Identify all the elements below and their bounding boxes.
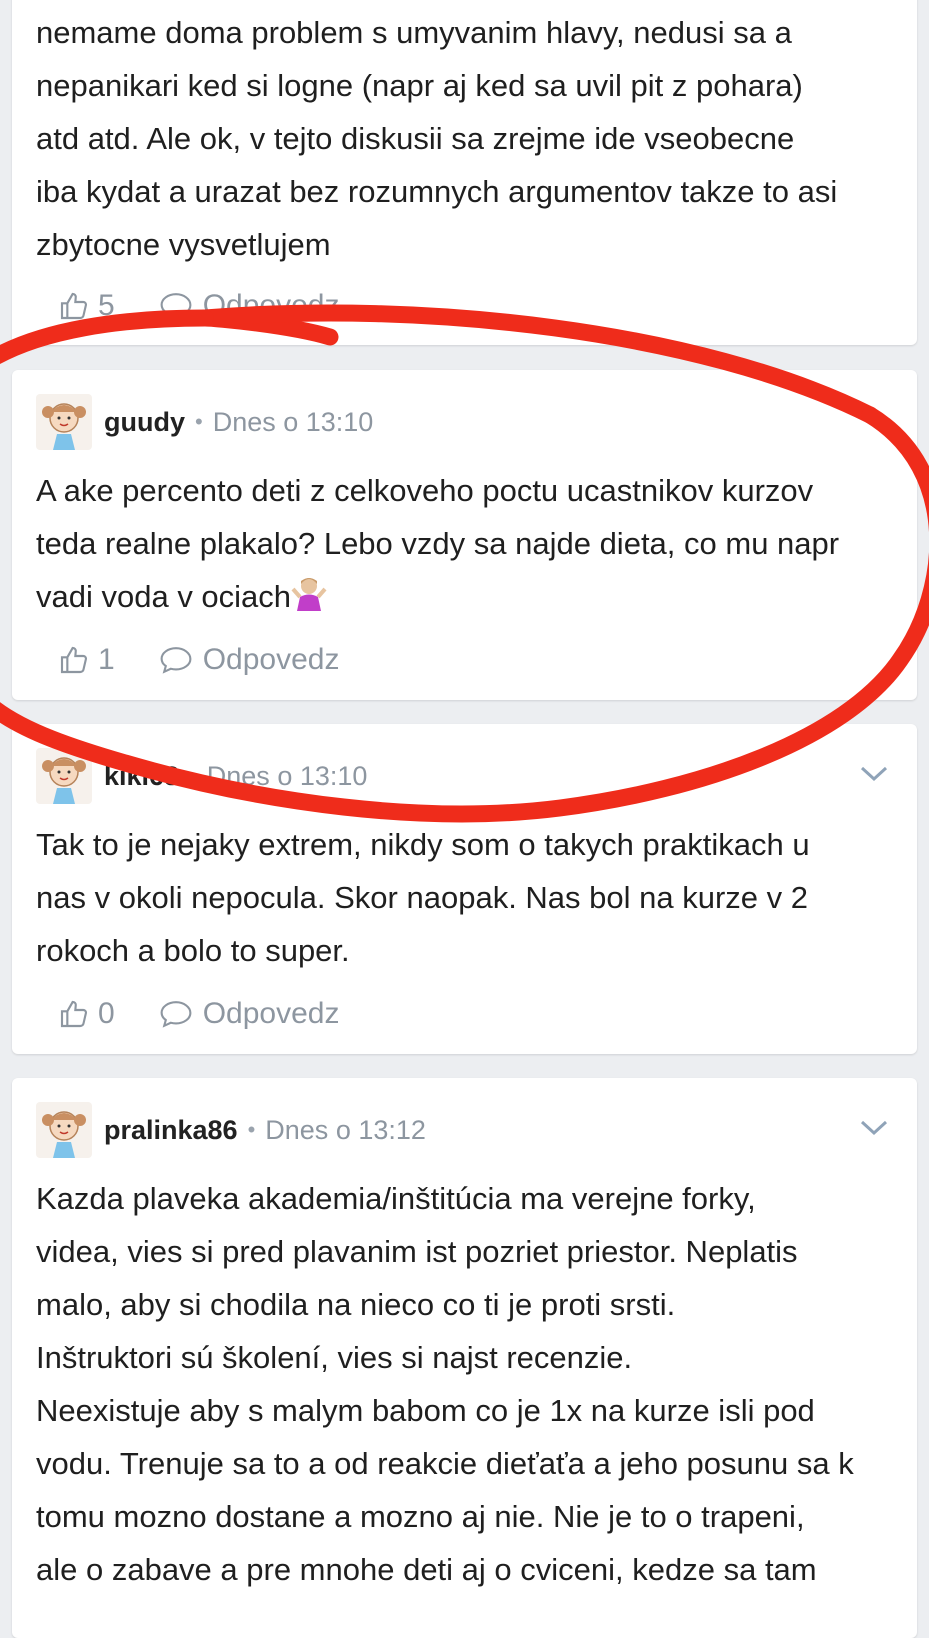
avatar[interactable]: [36, 748, 92, 804]
thumbs-up-icon: [60, 1000, 88, 1028]
username[interactable]: kiki68: [104, 761, 179, 792]
separator-dot: •: [247, 1117, 256, 1142]
speech-bubble-icon: [160, 647, 192, 674]
thumbs-up-icon: [60, 292, 88, 320]
reply-button[interactable]: Odpovedz: [159, 643, 340, 677]
username[interactable]: pralinka86: [104, 1115, 238, 1146]
speech-bubble-icon: [160, 1001, 192, 1028]
reply-label: Odpovedz: [202, 643, 340, 676]
comment-card: nemame doma problem s umyvanim hlavy, ne…: [12, 0, 917, 345]
timestamp: Dnes o 13:12: [265, 1114, 426, 1145]
avatar[interactable]: [36, 1102, 92, 1158]
like-count: 5: [98, 289, 115, 322]
reply-button[interactable]: Odpovedz: [159, 997, 340, 1031]
comment-body: Tak to je nejaky extrem, nikdy som o tak…: [36, 827, 810, 968]
speech-bubble-icon: [160, 293, 192, 320]
like-count: 0: [98, 997, 115, 1030]
avatar-girl-icon: [42, 1111, 86, 1158]
comment-header: pralinka86 • Dnes o 13:12: [36, 1102, 426, 1158]
comment-header: kiki68 • Dnes o 13:10: [36, 748, 367, 804]
avatar-girl-icon: [42, 757, 86, 804]
reply-label: Odpovedz: [202, 997, 340, 1030]
like-button[interactable]: 5: [58, 289, 159, 323]
thumbs-up-icon: [60, 646, 88, 674]
comment-actions: 0 Odpovedz: [58, 994, 339, 1034]
comment-card: guudy • Dnes o 13:10 A ake percento deti…: [12, 370, 917, 700]
person-shrugging-emoji: [291, 574, 327, 627]
separator-dot: •: [195, 409, 203, 434]
like-count: 1: [98, 643, 115, 676]
comment-actions: 5 Odpovedz: [58, 286, 339, 326]
reply-button[interactable]: Odpovedz: [159, 289, 340, 323]
comment-header: guudy • Dnes o 13:10: [36, 394, 373, 450]
comment-body: A ake percento deti z celkoveho poctu uc…: [36, 464, 893, 627]
comment-actions: 1 Odpovedz: [58, 640, 339, 680]
comment-body: nemame doma problem s umyvanim hlavy, ne…: [36, 15, 838, 262]
separator-dot: •: [189, 763, 197, 788]
like-button[interactable]: 0: [58, 997, 159, 1031]
chevron-down-icon[interactable]: [859, 764, 889, 784]
username[interactable]: guudy: [104, 407, 185, 438]
timestamp: Dnes o 13:10: [206, 760, 368, 791]
like-button[interactable]: 1: [58, 643, 159, 677]
comment-body: Kazda plaveka akademia/inštitúcia ma ver…: [36, 1181, 854, 1587]
reply-label: Odpovedz: [202, 289, 340, 322]
avatar-girl-icon: [42, 403, 86, 450]
timestamp: Dnes o 13:10: [212, 406, 374, 437]
comment-card: pralinka86 • Dnes o 13:12 Kazda plaveka …: [12, 1078, 917, 1638]
comment-text: A ake percento deti z celkoveho poctu uc…: [36, 473, 840, 614]
comment-card: kiki68 • Dnes o 13:10 Tak to je nejaky e…: [12, 724, 917, 1054]
avatar[interactable]: [36, 394, 92, 450]
chevron-down-icon[interactable]: [859, 1118, 889, 1138]
